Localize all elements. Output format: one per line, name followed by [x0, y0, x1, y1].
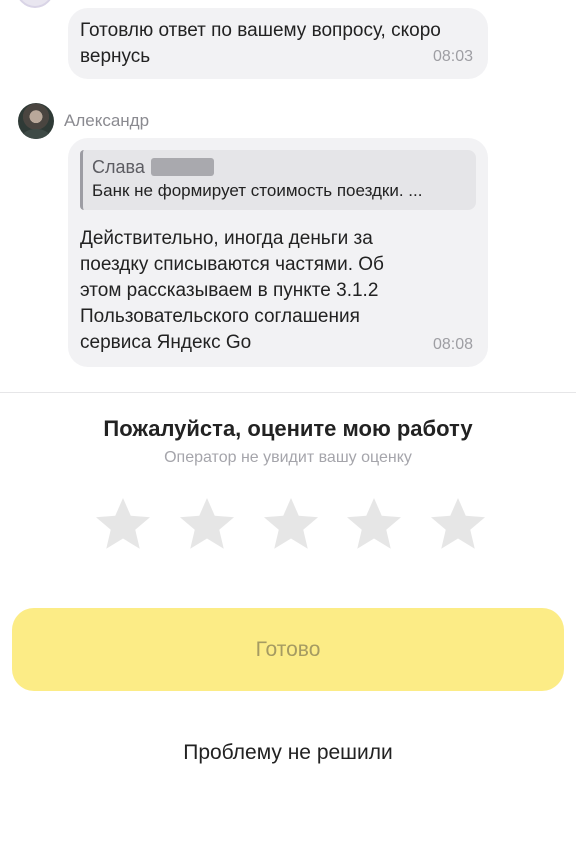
rating-subtitle: Оператор не увидит вашу оценку — [164, 449, 412, 466]
done-button[interactable]: Готово — [12, 608, 564, 691]
avatar[interactable] — [18, 103, 54, 139]
redacted-surname — [150, 158, 214, 176]
star-icon[interactable] — [93, 494, 153, 554]
message-time: 08:03 — [432, 48, 473, 65]
message-bubble: Готовлю ответ по вашему вопросу, скоро в… — [68, 8, 488, 79]
message-text: Готовлю ответ по вашему вопросу, скоро в… — [80, 20, 441, 67]
quote-author: Слава — [92, 156, 466, 178]
divider — [0, 392, 576, 393]
star-icon[interactable] — [177, 494, 237, 554]
quoted-message[interactable]: Слава Банк не формирует стоимость поездк… — [80, 150, 476, 210]
quote-author-name: Слава — [92, 157, 145, 177]
message-time: 08:08 — [432, 336, 473, 353]
star-icon[interactable] — [344, 494, 404, 554]
previous-avatar — [16, 0, 54, 8]
rating-title: Пожалуйста, оцените мою работу — [103, 416, 473, 441]
star-icon[interactable] — [261, 494, 321, 554]
quote-text: Банк не формирует стоимость поездки. ... — [92, 181, 423, 200]
sender-name: Александр — [64, 111, 150, 130]
star-icon[interactable] — [428, 494, 488, 554]
sender-row: Александр — [18, 102, 149, 140]
star-rating — [93, 494, 488, 554]
message-text: Действительно, иногда деньги за поездку … — [80, 228, 384, 353]
problem-not-solved-link[interactable]: Проблему не решили — [0, 741, 576, 765]
message-bubble: Слава Банк не формирует стоимость поездк… — [68, 138, 488, 367]
